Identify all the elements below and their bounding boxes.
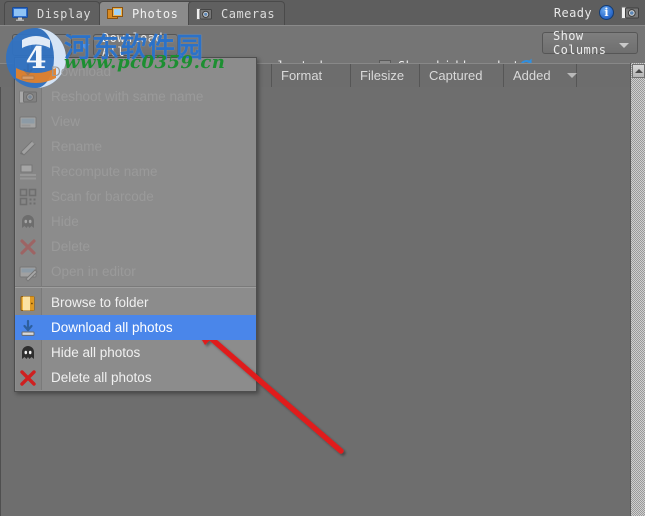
menu-item-view[interactable]: View <box>15 109 256 134</box>
show-columns-label: Show Columns <box>553 29 607 57</box>
tab-strip: Display Photos Cameras Ready i <box>0 0 645 25</box>
barcode-icon <box>18 187 38 207</box>
view-image-icon <box>18 112 38 132</box>
menu-item-label: Download <box>51 64 112 79</box>
tab-display-label: Display <box>37 6 92 21</box>
recompute-icon <box>18 162 38 182</box>
menu-item-browse-to-folder[interactable]: Browse to folder <box>15 290 256 315</box>
menu-item-reshoot-with-same-name[interactable]: Reshoot with same name <box>15 84 256 109</box>
menu-item-rename[interactable]: Rename <box>15 134 256 159</box>
menu-item-hide[interactable]: Hide <box>15 209 256 234</box>
column-header-filesize[interactable]: Filesize <box>351 64 420 87</box>
status-ready-label: Ready <box>553 5 592 20</box>
photo-dropdown-label: Photo <box>21 38 60 52</box>
download-all-button[interactable]: Download All <box>93 31 178 59</box>
menu-item-label: Delete <box>51 239 91 254</box>
scroll-up-button[interactable] <box>632 64 645 78</box>
menu-item-label: Recompute name <box>51 164 158 179</box>
tab-photos-label: Photos <box>132 6 179 21</box>
photos-icon <box>107 6 123 21</box>
caret-down-icon[interactable] <box>80 44 90 49</box>
caret-down-icon <box>566 73 577 78</box>
caret-up-icon <box>634 69 643 73</box>
status-area: Ready i <box>554 2 639 23</box>
column-label: Filesize <box>360 68 405 83</box>
delete-x-icon <box>18 368 38 388</box>
column-header-captured[interactable]: Captured <box>420 64 504 87</box>
folder-icon <box>18 293 38 313</box>
photo-dropdown-button[interactable]: Photo <box>12 34 72 56</box>
delete-x-icon <box>18 237 38 257</box>
menu-item-label: Browse to folder <box>51 295 149 310</box>
photo-context-menu[interactable]: Download Reshoot with same name View Ren… <box>14 57 257 392</box>
menu-item-label: Rename <box>51 139 103 154</box>
menu-item-label: Scan for barcode <box>51 189 154 204</box>
menu-item-label: Delete all photos <box>51 370 152 385</box>
menu-item-label: Download all photos <box>51 320 173 335</box>
application-window: Display Photos Cameras Ready i Photo Dow… <box>0 0 645 516</box>
vertical-scrollbar[interactable] <box>630 63 645 516</box>
info-icon[interactable]: i <box>599 5 614 20</box>
ghost-hide-icon <box>18 212 38 232</box>
column-header-format[interactable]: Format <box>272 64 351 87</box>
download-icon <box>18 62 38 82</box>
tab-photos[interactable]: Photos <box>99 1 194 25</box>
caret-down-icon[interactable] <box>619 43 629 48</box>
menu-item-label: Hide all photos <box>51 345 141 360</box>
column-label: Captured <box>429 68 483 83</box>
menu-item-label: Hide <box>51 214 79 229</box>
camera-icon <box>196 7 212 21</box>
camera-icon <box>18 87 38 107</box>
menu-item-hide-all-photos[interactable]: Hide all photos <box>15 340 256 365</box>
column-label: Added <box>513 68 551 83</box>
menu-item-recompute-name[interactable]: Recompute name <box>15 159 256 184</box>
menu-item-download[interactable]: Download <box>15 59 256 84</box>
menu-item-delete[interactable]: Delete <box>15 234 256 259</box>
menu-item-open-in-editor[interactable]: Open in editor <box>15 259 256 284</box>
ghost-hide-icon <box>18 343 38 363</box>
menu-item-label: Reshoot with same name <box>51 89 204 104</box>
open-editor-icon <box>18 262 38 282</box>
menu-item-download-all-photos[interactable]: Download all photos <box>15 315 256 340</box>
menu-item-label: Open in editor <box>51 264 136 279</box>
tab-display[interactable]: Display <box>4 1 100 25</box>
menu-item-delete-all-photos[interactable]: Delete all photos <box>15 365 256 390</box>
download-all-label: Download All <box>102 31 163 59</box>
tab-cameras[interactable]: Cameras <box>188 1 285 25</box>
camera-icon[interactable] <box>621 5 639 20</box>
column-header-added[interactable]: Added <box>504 64 577 87</box>
menu-separator <box>15 286 256 288</box>
download-icon <box>18 318 38 338</box>
menu-item-label: View <box>51 114 81 129</box>
monitor-icon <box>12 6 28 21</box>
tab-cameras-label: Cameras <box>221 6 276 21</box>
column-label: Format <box>281 68 323 83</box>
menu-item-scan-for-barcode[interactable]: Scan for barcode <box>15 184 256 209</box>
rename-pencil-icon <box>18 137 38 157</box>
